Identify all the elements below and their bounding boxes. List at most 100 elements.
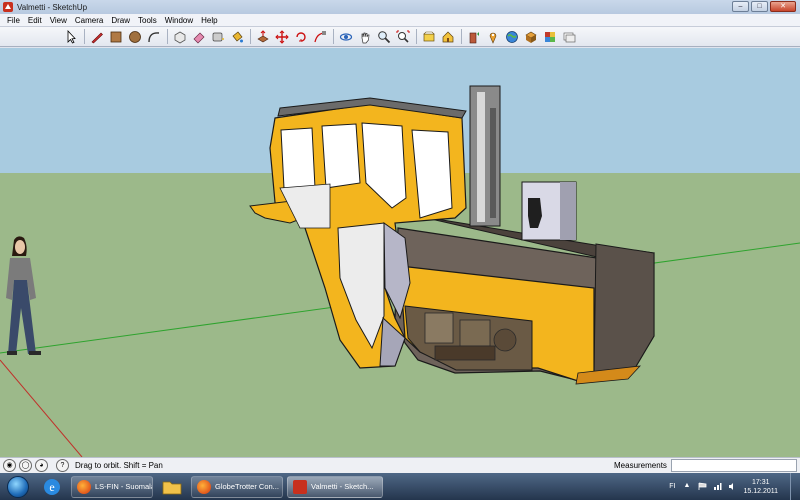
menu-view[interactable]: View [46,16,71,25]
zoom-extents-icon [396,30,409,43]
maximize-button[interactable]: □ [751,1,768,12]
menu-tools[interactable]: Tools [134,16,161,25]
windows-orb-icon [7,475,29,498]
credits-icon[interactable]: ◯ [19,459,32,472]
components-icon [524,31,537,43]
toolbar-separator [461,29,462,44]
menu-window[interactable]: Window [161,16,197,25]
pencil-icon [91,32,103,43]
system-tray: FI ▲ 17:31 15.12.2011 [669,473,800,500]
tape-measure-icon [212,32,224,41]
paint-bucket-button[interactable] [228,28,245,45]
firefox-icon [77,479,91,494]
rectangle-icon [110,31,121,42]
internet-explorer-icon: e [44,478,60,495]
magnifier-icon [377,30,390,43]
orbit-icon [339,32,352,41]
flag-icon[interactable] [698,482,707,491]
taskbar-pin-explorer[interactable] [157,475,187,499]
get-models-button[interactable] [439,28,456,45]
menu-help[interactable]: Help [197,16,221,25]
help-icon[interactable]: ? [56,459,69,472]
materials-button[interactable] [541,28,558,45]
measurements-input[interactable] [671,459,797,472]
select-tool-button[interactable] [62,28,79,45]
volume-icon[interactable] [728,482,737,491]
main-toolbar [0,27,800,47]
taskbar-pin-ie[interactable]: e [37,475,67,499]
taskbar-button-label: GlobeTrotter Con... [215,482,279,491]
title-bar: Valmetti - SketchUp – □ ✕ [0,0,800,14]
orbit-tool-button[interactable] [337,28,354,45]
zoom-extents-button[interactable] [394,28,411,45]
eraser-icon [193,32,204,43]
clock-date: 15.12.2011 [743,487,778,495]
rotate-icon [295,31,306,42]
measurements-label: Measurements [614,461,667,470]
zoom-tool-button[interactable] [375,28,392,45]
pan-tool-button[interactable] [356,28,373,45]
make-component-button[interactable] [171,28,188,45]
arc-tool-button[interactable] [145,28,162,45]
language-indicator[interactable]: FI [669,483,675,490]
rotate-tool-button[interactable] [292,28,309,45]
get-photo-texture-button[interactable] [503,28,520,45]
previous-view-button[interactable] [420,28,437,45]
move-tool-button[interactable] [273,28,290,45]
taskbar-button-globetrotter[interactable]: GlobeTrotter Con... [191,475,283,498]
toolbar-separator [250,29,251,44]
geo-location-icon[interactable]: ◉ [3,459,16,472]
svg-text:e: e [49,480,54,494]
start-button[interactable] [3,473,33,500]
taskbar-button-label: LS-FIN - Suomalai... [95,482,152,491]
window-title: Valmetti - SketchUp [17,2,88,12]
menu-file[interactable]: File [3,16,24,25]
show-desktop-button[interactable] [790,473,800,500]
eraser-tool-button[interactable] [190,28,207,45]
components-button[interactable] [522,28,539,45]
line-tool-button[interactable] [88,28,105,45]
sketchup-app-icon [3,2,13,12]
network-icon[interactable] [713,482,722,491]
toolbar-separator [167,29,168,44]
pan-hand-icon [361,32,369,43]
clock-time: 17:31 [751,478,770,486]
menu-camera[interactable]: Camera [71,16,107,25]
taskbar-button-firefox[interactable]: LS-FIN - Suomalai... [71,475,153,498]
arc-icon [147,31,159,42]
status-hint: Drag to orbit. Shift = Pan [75,461,163,470]
rectangle-tool-button[interactable] [107,28,124,45]
windows-taskbar: e LS-FIN - Suomalai... GlobeTrotter Con.… [0,473,800,500]
push-pull-button[interactable] [254,28,271,45]
styles-button[interactable] [560,28,577,45]
minimize-button[interactable]: – [732,1,749,12]
push-pull-icon [256,29,269,42]
menu-edit[interactable]: Edit [24,16,46,25]
building-icon [469,31,479,43]
place-model-button[interactable] [484,28,501,45]
show-hidden-icons[interactable]: ▲ [683,482,692,491]
camera-previous-icon [422,31,435,41]
user-icon[interactable]: ◕ [35,459,48,472]
circle-icon [128,30,141,43]
close-button[interactable]: ✕ [770,1,796,12]
follow-me-button[interactable] [311,28,328,45]
follow-me-icon [313,30,326,42]
globe-icon [505,30,518,43]
taskbar-button-sketchup[interactable]: Valmetti - Sketch... [287,475,383,498]
tape-measure-button[interactable] [209,28,226,45]
circle-tool-button[interactable] [126,28,143,45]
taskbar-button-label: Valmetti - Sketch... [311,482,374,491]
menu-draw[interactable]: Draw [107,16,134,25]
toolbar-separator [416,29,417,44]
styles-icon [563,32,575,42]
select-arrow-icon [67,29,76,44]
clock[interactable]: 17:31 15.12.2011 [743,478,778,496]
scene-canvas[interactable] [0,48,800,457]
materials-icon [544,31,555,42]
window-controls: – □ ✕ [732,1,796,12]
sketchup-icon [293,479,307,494]
exhaust-pipe [469,85,501,227]
model-viewport[interactable] [0,48,800,457]
share-model-button[interactable] [465,28,482,45]
